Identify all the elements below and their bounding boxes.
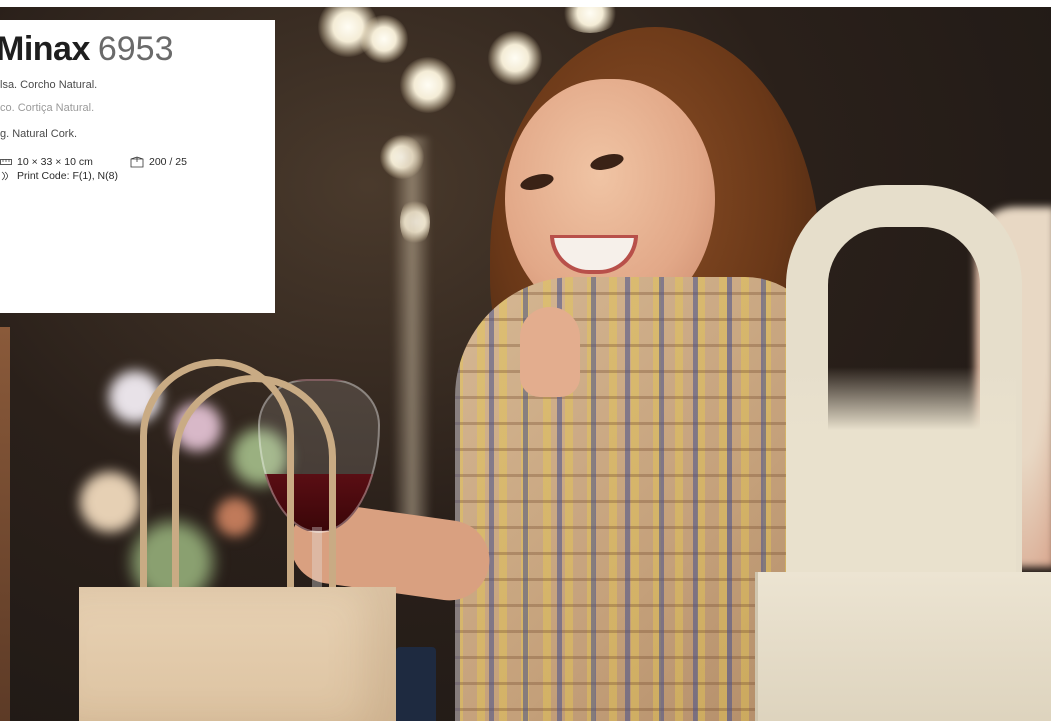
- string-light: [400, 57, 456, 113]
- product-code: 6953: [97, 30, 174, 68]
- print-code-value: Print Code: F(1), N(8): [17, 170, 118, 182]
- background-pole: [392, 137, 432, 557]
- string-light: [488, 31, 542, 85]
- kraft-paper-bag: [79, 587, 396, 721]
- cork-edge: [0, 327, 10, 721]
- woman-hand: [520, 307, 580, 397]
- ruler-icon: [0, 159, 12, 165]
- kraft-bag-handle: [172, 375, 336, 604]
- product-name: Minax: [0, 30, 90, 68]
- dimensions-value: 10 × 33 × 10 cm: [17, 156, 93, 168]
- box-icon: [130, 156, 144, 168]
- canvas-bag-body: [786, 367, 1016, 577]
- product-title: Minax 6953: [0, 30, 174, 69]
- string-light: [360, 15, 408, 63]
- dimensions-spec: 10 × 33 × 10 cm: [0, 156, 93, 168]
- description-en: g. Natural Cork.: [0, 128, 78, 140]
- print-icon: [1, 171, 8, 181]
- string-light: [560, 7, 620, 33]
- packaging-value: 200 / 25: [149, 156, 187, 168]
- packaging-spec: 200 / 25: [130, 156, 187, 168]
- description-pt: co. Cortiça Natural.: [0, 102, 95, 114]
- canvas-bag-base: [755, 572, 1051, 721]
- print-code-spec: Print Code: F(1), N(8): [0, 170, 118, 182]
- description-es: lsa. Corcho Natural.: [0, 79, 98, 91]
- product-info-card: Minax 6953 lsa. Corcho Natural. co. Corti…: [0, 20, 275, 313]
- dark-cup: [396, 647, 436, 721]
